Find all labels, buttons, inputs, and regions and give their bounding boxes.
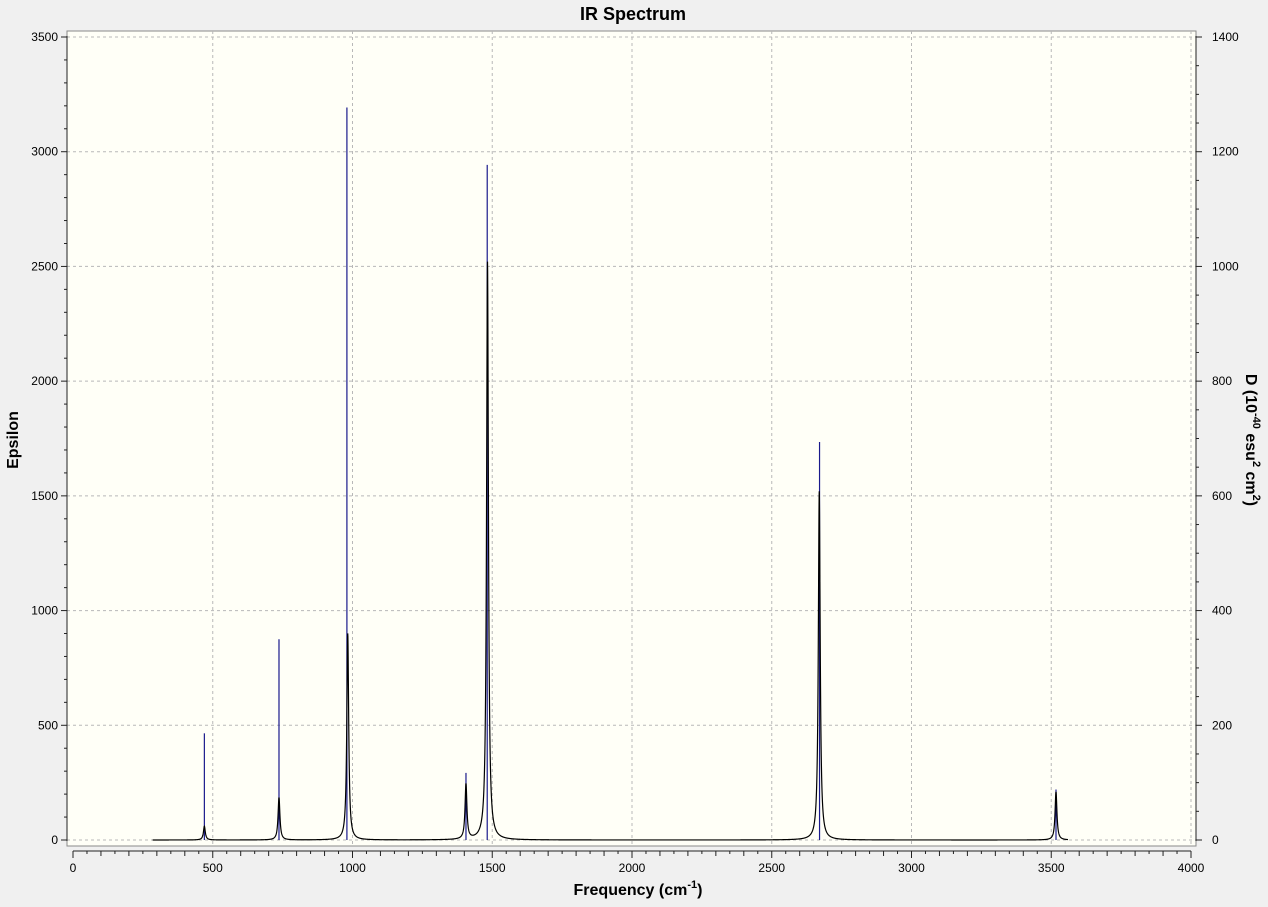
x-tick-label: 3500 bbox=[1038, 861, 1065, 875]
y-tick-label: 500 bbox=[38, 718, 58, 732]
x-tick-label: 4000 bbox=[1178, 861, 1205, 875]
y2-label-part: ) bbox=[1242, 501, 1259, 506]
chart-canvas: 0 500 1000 1500 2000 2500 3000 3500 0 200 400 600 80… bbox=[5, 4, 1262, 899]
y2-label-part: D (10 bbox=[1242, 374, 1259, 413]
x-tick-label: 1000 bbox=[339, 861, 366, 875]
y2-tick-label: 800 bbox=[1212, 374, 1232, 388]
y-tick-label: 1000 bbox=[31, 604, 58, 618]
y2-label-part: cm bbox=[1242, 467, 1259, 495]
x-tick-label: 2000 bbox=[619, 861, 646, 875]
y2-tick-label: 1000 bbox=[1212, 259, 1239, 273]
y-tick-label: 3500 bbox=[31, 30, 58, 44]
x-axis-label-text: Frequency (cm bbox=[574, 882, 688, 899]
x-tick-label: 0 bbox=[70, 861, 77, 875]
y-tick-label: 2500 bbox=[31, 259, 58, 273]
y2-tick-label: 400 bbox=[1212, 604, 1232, 618]
x-tick-label: 2500 bbox=[758, 861, 785, 875]
y2-tick-label: 1400 bbox=[1212, 30, 1239, 44]
y-tick-label: 0 bbox=[51, 833, 58, 847]
y2-tick-label: 0 bbox=[1212, 833, 1219, 847]
x-tick-label: 1500 bbox=[479, 861, 506, 875]
y2-tick-label: 1200 bbox=[1212, 145, 1239, 159]
x-axis-label: Frequency (cm-1) bbox=[574, 879, 703, 899]
x-tick-label: 500 bbox=[203, 861, 223, 875]
y2-label-sup: -40 bbox=[1250, 413, 1262, 429]
chart-title: IR Spectrum bbox=[580, 4, 686, 24]
x-tick-label: 3000 bbox=[898, 861, 925, 875]
y2-axis-label: D (10-40 esu2 cm2) bbox=[1242, 374, 1262, 506]
y-tick-label: 1500 bbox=[31, 489, 58, 503]
x-axis-label-sup: -1 bbox=[687, 879, 697, 891]
y-axis-label: Epsilon bbox=[5, 411, 22, 469]
y-tick-label: 2000 bbox=[31, 374, 58, 388]
y2-tick-label: 200 bbox=[1212, 718, 1232, 732]
y-tick-label: 3000 bbox=[31, 145, 58, 159]
y2-tick-label: 600 bbox=[1212, 489, 1232, 503]
x-axis-label-end: ) bbox=[697, 882, 702, 899]
y2-label-part: esu bbox=[1242, 429, 1259, 461]
ir-spectrum-chart: 0 500 1000 1500 2000 2500 3000 3500 0 200 400 600 80… bbox=[0, 0, 1268, 902]
